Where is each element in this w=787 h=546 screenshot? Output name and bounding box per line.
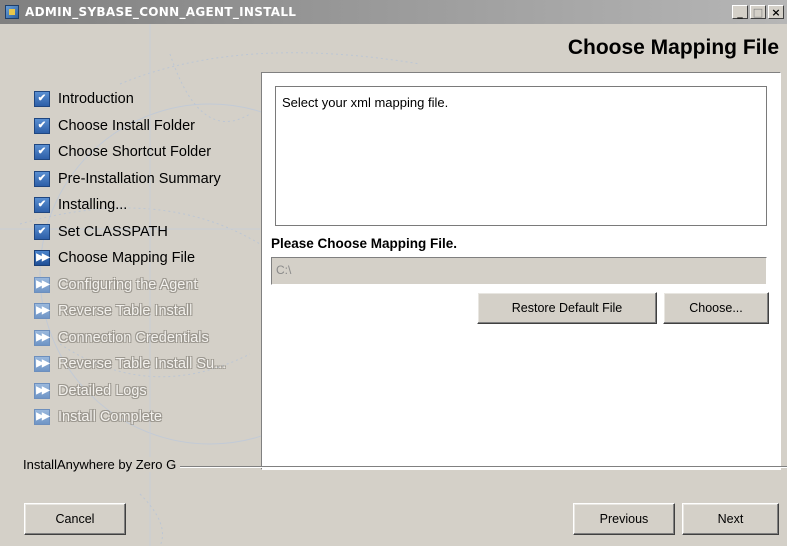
minimize-button[interactable]: _ xyxy=(732,5,748,19)
checkmark-icon: ✔ xyxy=(34,91,50,108)
checkmark-icon: ✔ xyxy=(34,170,50,187)
step-reverse-table-install-summary: ▶▶ Reverse Table Install Su... xyxy=(34,351,226,378)
footer-divider xyxy=(158,466,787,468)
step-label: Choose Mapping File xyxy=(58,250,196,267)
step-label: Installing... xyxy=(58,197,128,214)
checkmark-icon: ✔ xyxy=(34,117,50,134)
step-configuring-agent: ▶▶ Configuring the Agent xyxy=(34,272,226,299)
step-label: Reverse Table Install Su... xyxy=(58,356,227,373)
steps-list: ✔ Introduction ✔ Choose Install Folder ✔… xyxy=(34,86,226,431)
step-choose-mapping-file: ▶▶ Choose Mapping File xyxy=(34,245,226,272)
step-label: Introduction xyxy=(58,91,134,108)
double-arrow-icon: ▶▶ xyxy=(34,329,50,346)
next-button[interactable]: Next xyxy=(682,503,779,535)
window-title: ADMIN_SYBASE_CONN_AGENT_INSTALL xyxy=(25,5,297,19)
step-installing: ✔ Installing... xyxy=(34,192,226,219)
step-label: Detailed Logs xyxy=(58,382,147,399)
double-arrow-icon: ▶▶ xyxy=(34,250,50,267)
step-label: Install Complete xyxy=(58,409,162,426)
checkmark-icon: ✔ xyxy=(34,223,50,240)
step-install-complete: ▶▶ Install Complete xyxy=(34,404,226,431)
window-controls: _ □ × xyxy=(730,5,784,19)
step-reverse-table-install: ▶▶ Reverse Table Install xyxy=(34,298,226,325)
brand-label: InstallAnywhere by Zero G xyxy=(23,457,181,472)
cancel-button[interactable]: Cancel xyxy=(24,503,126,535)
app-icon xyxy=(5,5,19,19)
step-detailed-logs: ▶▶ Detailed Logs xyxy=(34,378,226,405)
step-label: Choose Shortcut Folder xyxy=(58,144,212,161)
title-bar[interactable]: ADMIN_SYBASE_CONN_AGENT_INSTALL _ □ × xyxy=(0,0,787,24)
step-pre-installation-summary: ✔ Pre-Installation Summary xyxy=(34,166,226,193)
instruction-text: Select your xml mapping file. xyxy=(275,86,767,226)
restore-default-file-button[interactable]: Restore Default File xyxy=(477,292,657,324)
step-label: Set CLASSPATH xyxy=(58,223,168,240)
checkmark-icon: ✔ xyxy=(34,144,50,161)
double-arrow-icon: ▶▶ xyxy=(34,382,50,399)
double-arrow-icon: ▶▶ xyxy=(34,409,50,426)
step-choose-shortcut-folder: ✔ Choose Shortcut Folder xyxy=(34,139,226,166)
step-label: Configuring the Agent xyxy=(58,276,198,293)
double-arrow-icon: ▶▶ xyxy=(34,303,50,320)
mapping-file-path-input[interactable]: C:\ xyxy=(271,257,767,285)
previous-button[interactable]: Previous xyxy=(573,503,675,535)
checkmark-icon: ✔ xyxy=(34,197,50,214)
step-label: Reverse Table Install xyxy=(58,303,193,320)
step-label: Connection Credentials xyxy=(58,329,209,346)
step-label: Pre-Installation Summary xyxy=(58,170,221,187)
close-button[interactable]: × xyxy=(768,5,784,19)
double-arrow-icon: ▶▶ xyxy=(34,356,50,373)
maximize-button[interactable]: □ xyxy=(750,5,766,19)
double-arrow-icon: ▶▶ xyxy=(34,276,50,293)
step-label: Choose Install Folder xyxy=(58,117,196,134)
mapping-file-label: Please Choose Mapping File. xyxy=(271,236,458,251)
step-connection-credentials: ▶▶ Connection Credentials xyxy=(34,325,226,352)
page-title: Choose Mapping File xyxy=(567,36,779,59)
step-choose-install-folder: ✔ Choose Install Folder xyxy=(34,113,226,140)
step-set-classpath: ✔ Set CLASSPATH xyxy=(34,219,226,246)
step-introduction: ✔ Introduction xyxy=(34,86,226,113)
choose-button[interactable]: Choose... xyxy=(663,292,769,324)
